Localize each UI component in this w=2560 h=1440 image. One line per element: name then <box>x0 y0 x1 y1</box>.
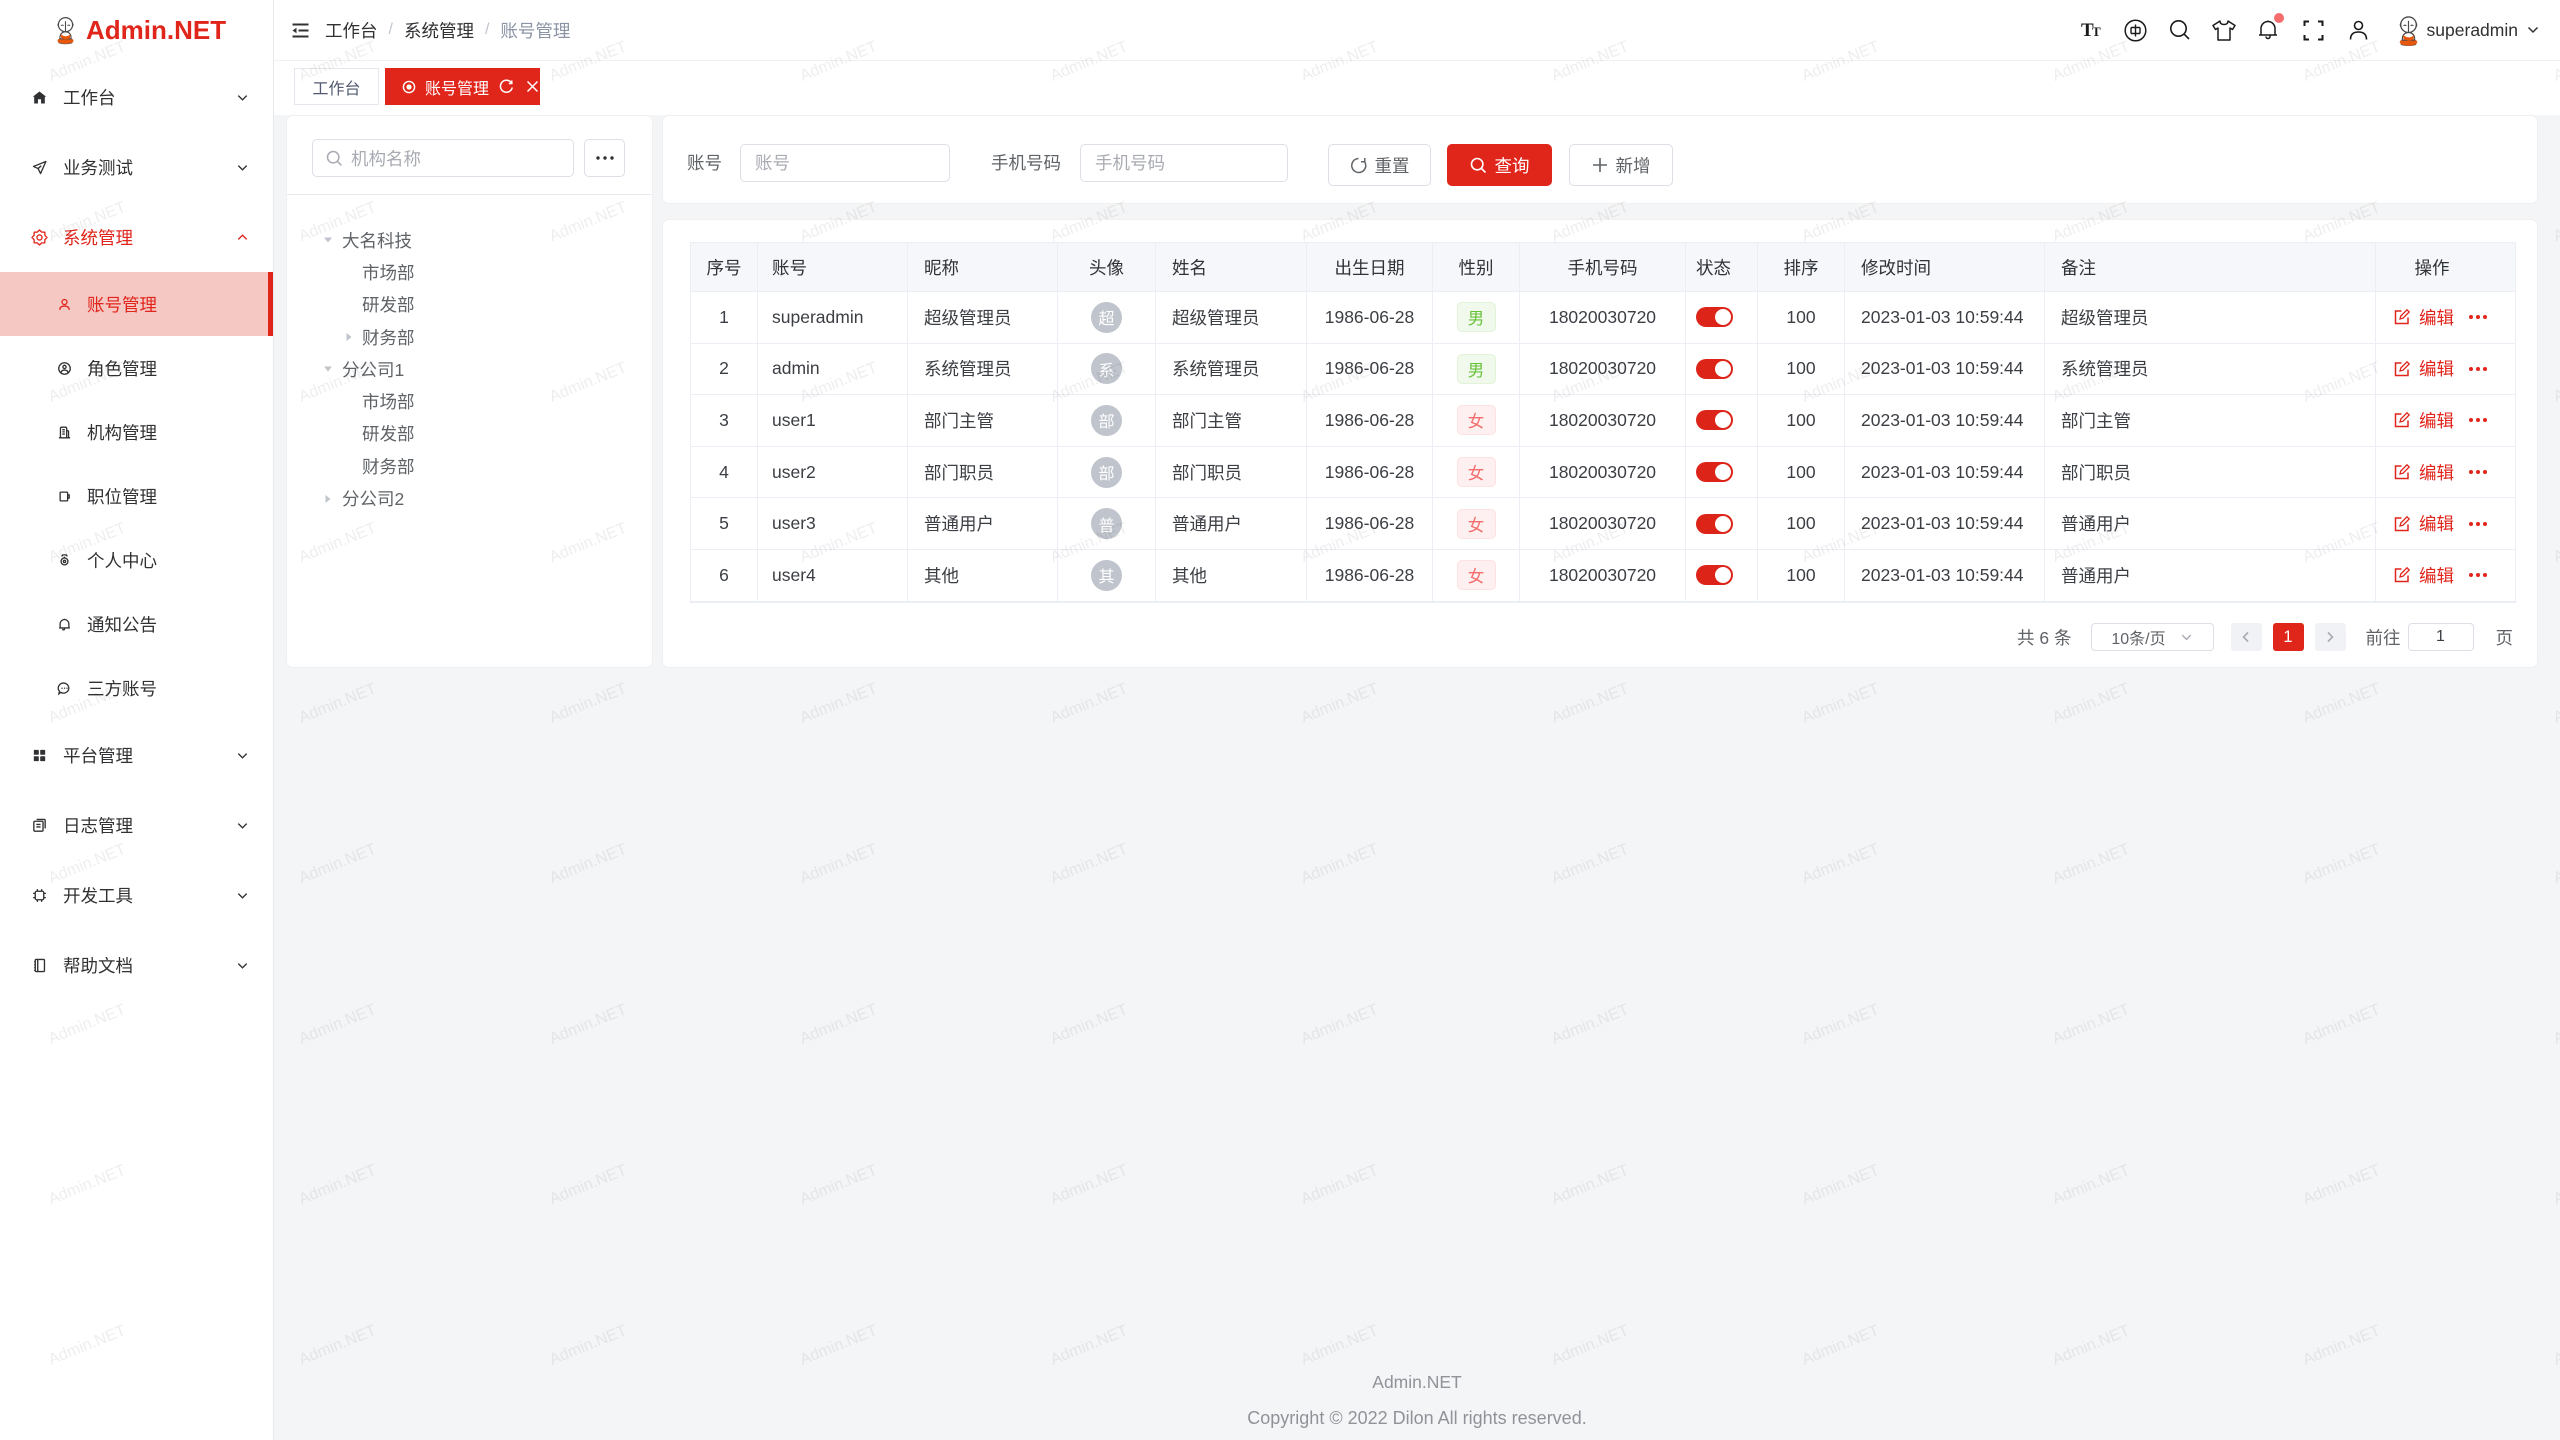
svg-text:T: T <box>2092 24 2101 39</box>
